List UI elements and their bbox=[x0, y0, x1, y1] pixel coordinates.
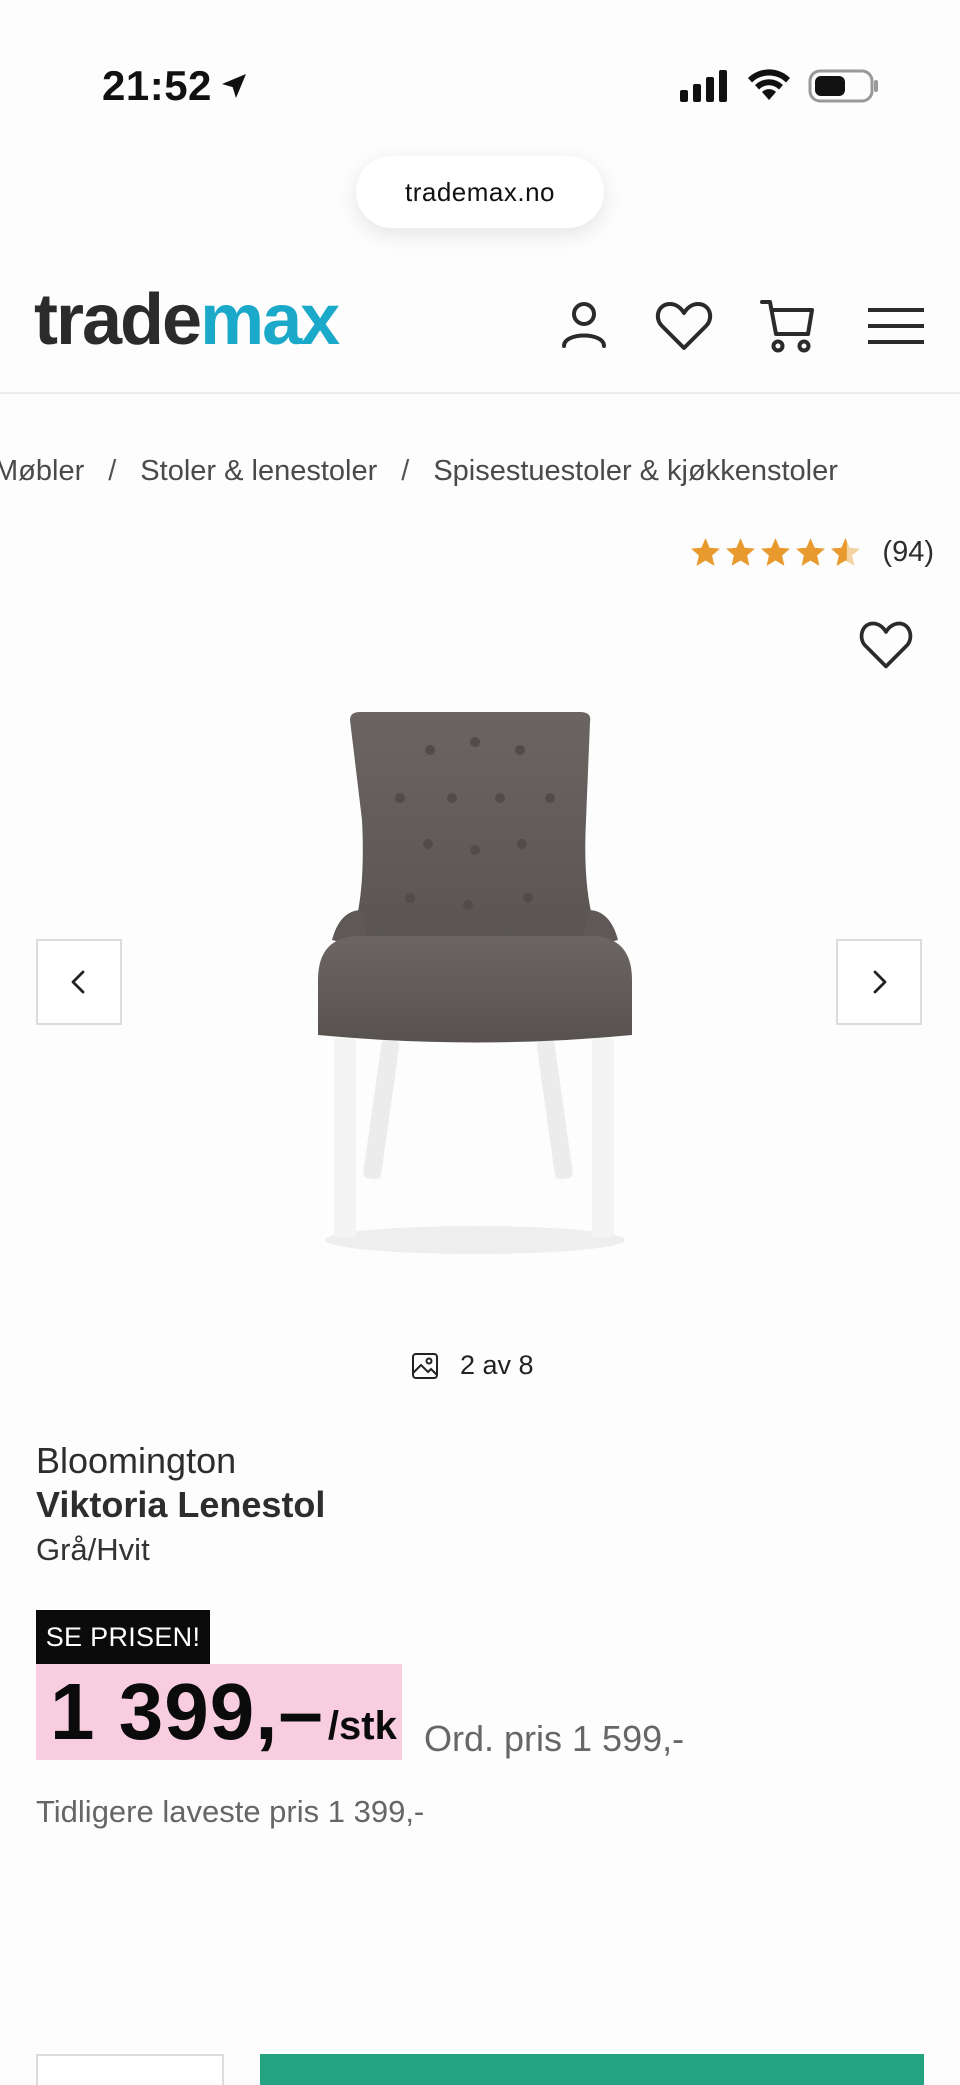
product-image-chair[interactable] bbox=[300, 700, 650, 1260]
breadcrumb-separator: / bbox=[108, 455, 117, 487]
price-badge: SE PRISEN! bbox=[36, 1610, 210, 1664]
star-full-icon bbox=[726, 538, 756, 566]
address-bar[interactable]: trademax.no bbox=[356, 156, 604, 228]
image-icon bbox=[412, 1352, 438, 1379]
product-rating[interactable]: (94) bbox=[689, 536, 934, 569]
star-full-icon bbox=[691, 538, 721, 566]
favorite-heart-icon[interactable] bbox=[856, 616, 916, 672]
product-brand[interactable]: Bloomington bbox=[36, 1440, 236, 1482]
address-bar-url: trademax.no bbox=[404, 176, 556, 207]
breadcrumb-separator: / bbox=[401, 455, 410, 487]
site-header: trademax bbox=[0, 270, 960, 394]
star-full-icon bbox=[796, 538, 826, 566]
trademax-logo[interactable]: trademax bbox=[34, 284, 340, 356]
price-box: 1 399,– /stk bbox=[36, 1664, 402, 1760]
breadcrumb-item[interactable]: Spisestuestoler & kjøkkenstoler bbox=[433, 455, 838, 487]
add-to-cart-button[interactable] bbox=[260, 2054, 924, 2085]
wifi-icon bbox=[748, 69, 790, 100]
price-unit: /stk bbox=[327, 1704, 397, 1748]
breadcrumb-item[interactable]: Møbler bbox=[0, 455, 84, 487]
current-price: 1 399,– bbox=[50, 1667, 324, 1756]
location-arrow-icon bbox=[222, 74, 246, 98]
status-time: 21:52 bbox=[102, 62, 212, 109]
status-bar: 21:52 bbox=[0, 0, 960, 140]
product-title: Viktoria Lenestol bbox=[36, 1484, 326, 1525]
quantity-stepper[interactable] bbox=[36, 2054, 224, 2085]
chevron-right-icon bbox=[873, 970, 887, 994]
previous-lowest-price: Tidligere laveste pris 1 399,- bbox=[36, 1794, 425, 1829]
rating-count: (94) bbox=[882, 536, 934, 568]
gallery-next-button[interactable] bbox=[836, 939, 922, 1025]
chevron-left-icon bbox=[71, 970, 85, 994]
star-half-icon bbox=[831, 538, 861, 566]
wishlist-heart-icon[interactable] bbox=[652, 294, 716, 358]
logo-text-part2: max bbox=[200, 280, 340, 360]
user-icon[interactable] bbox=[552, 294, 616, 358]
star-full-icon bbox=[761, 538, 791, 566]
ordinary-price: Ord. pris 1 599,- bbox=[424, 1718, 685, 1759]
gallery-counter-text: 2 av 8 bbox=[460, 1350, 534, 1380]
logo-text-part1: trade bbox=[34, 280, 202, 360]
hamburger-menu-icon[interactable] bbox=[864, 294, 928, 358]
gallery-prev-button[interactable] bbox=[36, 939, 122, 1025]
cart-icon[interactable] bbox=[756, 294, 820, 358]
breadcrumb-item[interactable]: Stoler & lenestoler bbox=[140, 455, 377, 487]
battery-icon bbox=[808, 69, 878, 103]
product-variant: Grå/Hvit bbox=[36, 1532, 150, 1567]
breadcrumb: Møbler / Stoler & lenestoler / Spisestuestol… bbox=[0, 455, 838, 488]
cellular-signal-icon bbox=[680, 70, 727, 102]
gallery-counter[interactable]: 2 av 8 bbox=[410, 1350, 534, 1381]
rating-stars bbox=[689, 536, 862, 569]
